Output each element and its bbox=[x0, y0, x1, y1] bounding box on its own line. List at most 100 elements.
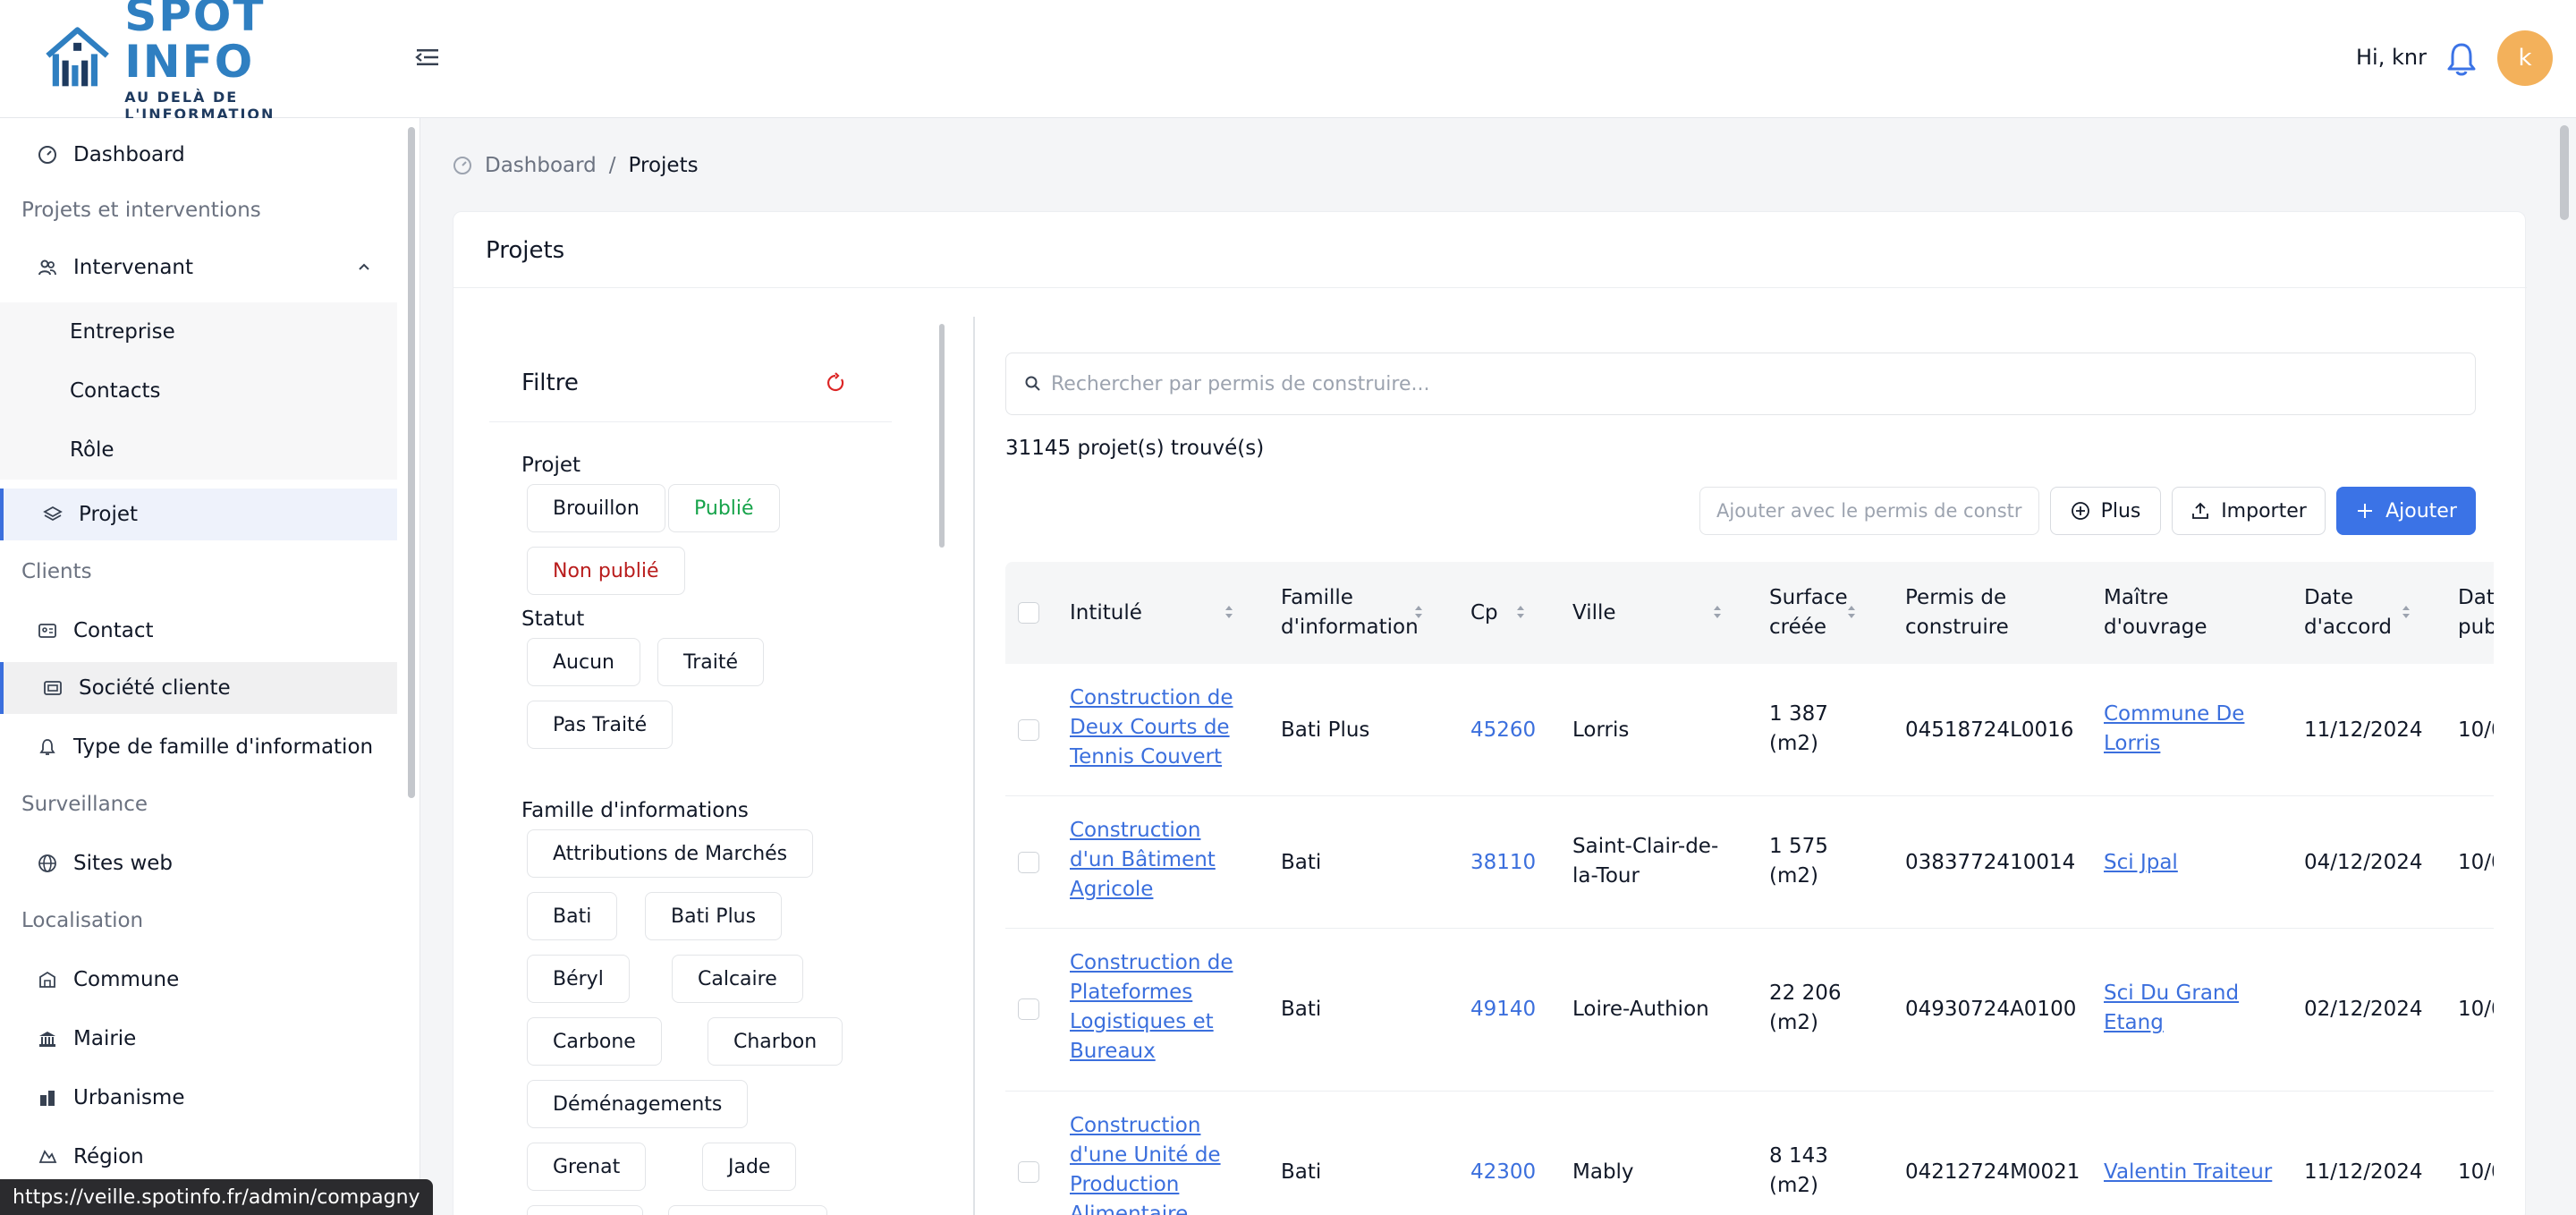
col-cp[interactable]: Cp bbox=[1470, 562, 1498, 664]
row-checkbox[interactable] bbox=[1018, 998, 1039, 1020]
row-checkbox[interactable] bbox=[1018, 719, 1039, 741]
table-row[interactable]: Construction d'une Unité de Production Alim… bbox=[1005, 1092, 2494, 1215]
search-box[interactable] bbox=[1005, 353, 2476, 415]
sidebar-item-intervenant[interactable]: Intervenant bbox=[0, 242, 397, 293]
sort-icon[interactable] bbox=[1413, 601, 1424, 623]
chip-charbon[interactable]: Charbon bbox=[708, 1017, 843, 1066]
chip-beryl[interactable]: Béryl bbox=[527, 955, 630, 1003]
table-row[interactable]: Construction de Plateformes Logistiques et… bbox=[1005, 929, 2494, 1092]
breadcrumb: Dashboard / Projets bbox=[453, 154, 699, 177]
chip-attributions[interactable]: Attributions de Marchés bbox=[527, 829, 814, 878]
chip-jade[interactable]: Jade bbox=[702, 1143, 797, 1191]
table-row[interactable]: Construction de Deux Courts de Tennis Couv… bbox=[1005, 664, 2494, 796]
plus-button[interactable]: Plus bbox=[2050, 487, 2161, 535]
sort-icon[interactable] bbox=[1846, 601, 1857, 623]
project-title-link[interactable]: Construction de Plateformes Logistiques et… bbox=[1070, 948, 1233, 1066]
row-checkbox[interactable] bbox=[1018, 852, 1039, 873]
col-maitre[interactable]: Maître d'ouvrage bbox=[2104, 562, 2207, 664]
sidebar-item-projet[interactable]: Projet bbox=[0, 489, 397, 540]
sidebar-item-societe-cliente[interactable]: Société cliente bbox=[0, 662, 397, 714]
card-title: Projets bbox=[486, 237, 565, 264]
chip-grenat[interactable]: Grenat bbox=[527, 1143, 647, 1191]
cell-cp[interactable]: 38110 bbox=[1470, 848, 1536, 878]
chip-publie[interactable]: Publié bbox=[668, 484, 780, 532]
plus-circle-icon bbox=[2071, 502, 2089, 520]
col-intitule[interactable]: Intitulé bbox=[1070, 562, 1142, 664]
col-surface[interactable]: Surface créée bbox=[1769, 562, 1848, 664]
col-famille[interactable]: Famille d'information bbox=[1281, 562, 1419, 664]
search-input[interactable] bbox=[1051, 372, 2446, 395]
sidebar-item-sites-web[interactable]: Sites web bbox=[0, 837, 397, 889]
cell-ville: Lorris bbox=[1572, 718, 1630, 742]
chip-bati-plus[interactable]: Bati Plus bbox=[645, 892, 783, 940]
sidebar-item-dashboard[interactable]: Dashboard bbox=[0, 129, 397, 181]
sidebar-scrollbar[interactable] bbox=[408, 127, 415, 798]
cell-line: d'une Unité de bbox=[1070, 1143, 1221, 1167]
sidebar-item-commune[interactable]: Commune bbox=[0, 954, 397, 1006]
sort-icon[interactable] bbox=[1712, 601, 1723, 623]
sidebar-item-role[interactable]: Rôle bbox=[0, 421, 397, 480]
chip-bati[interactable]: Bati bbox=[527, 892, 618, 940]
col-permis[interactable]: Permis de construire bbox=[1905, 562, 2009, 664]
reset-filter-icon[interactable] bbox=[824, 371, 847, 395]
sidebar-item-entreprise[interactable]: Entreprise bbox=[0, 302, 397, 361]
chip-carbone[interactable]: Carbone bbox=[527, 1017, 662, 1066]
filter-separator bbox=[973, 317, 975, 1215]
col-ville[interactable]: Ville bbox=[1572, 562, 1616, 664]
chip-partial[interactable] bbox=[668, 1205, 827, 1215]
table-row[interactable]: Construction d'un Bâtiment Agricole Bati 3… bbox=[1005, 796, 2494, 929]
notification-bell-icon[interactable] bbox=[2445, 41, 2478, 77]
cell-ville: Mably bbox=[1572, 1160, 1634, 1184]
breadcrumb-home-link[interactable]: Dashboard bbox=[485, 154, 597, 177]
project-title-link[interactable]: Construction d'une Unité de Production Alim… bbox=[1070, 1111, 1221, 1215]
project-title-link[interactable]: Construction de Deux Courts de Tennis Couv… bbox=[1070, 684, 1233, 772]
chip-pas-traite[interactable]: Pas Traité bbox=[527, 701, 674, 749]
cell-cp[interactable]: 45260 bbox=[1470, 716, 1536, 745]
maitre-ouvrage-link[interactable]: Sci Jpal bbox=[2104, 848, 2178, 878]
add-button[interactable]: Ajouter bbox=[2336, 487, 2476, 535]
add-button-label: Ajouter bbox=[2385, 499, 2457, 523]
card-divider bbox=[453, 287, 2527, 288]
chip-demenagements[interactable]: Déménagements bbox=[527, 1080, 749, 1128]
chip-aucun[interactable]: Aucun bbox=[527, 638, 640, 686]
chip-partial[interactable] bbox=[527, 1205, 643, 1215]
sidebar-item-region[interactable]: Région bbox=[0, 1131, 397, 1183]
sidebar-item-contact[interactable]: Contact bbox=[0, 605, 397, 657]
collapse-menu-icon[interactable] bbox=[413, 43, 442, 72]
add-permit-input[interactable] bbox=[1699, 487, 2039, 535]
user-avatar[interactable]: k bbox=[2497, 30, 2553, 86]
sort-icon[interactable] bbox=[1224, 601, 1234, 623]
cell-famille: Bati bbox=[1281, 998, 1322, 1021]
sidebar-group-localisation: Localisation bbox=[21, 909, 144, 932]
sidebar-item-mairie[interactable]: Mairie bbox=[0, 1013, 397, 1065]
chevron-up-icon[interactable] bbox=[356, 259, 372, 276]
plus-icon bbox=[2358, 504, 2373, 518]
maitre-ouvrage-link[interactable]: Sci Du Grand Etang bbox=[2104, 979, 2239, 1038]
sidebar-item-urbanisme[interactable]: Urbanisme bbox=[0, 1072, 397, 1124]
chip-calcaire[interactable]: Calcaire bbox=[672, 955, 803, 1003]
cell-line: Lorris bbox=[2104, 732, 2161, 755]
select-all-checkbox[interactable] bbox=[1018, 602, 1039, 624]
import-button-label: Importer bbox=[2221, 499, 2307, 523]
cell-cp[interactable]: 42300 bbox=[1470, 1158, 1536, 1187]
filter-famille-label: Famille d'informations bbox=[521, 799, 749, 822]
filter-scrollbar[interactable] bbox=[939, 324, 945, 548]
sidebar-item-label: Type de famille d'information bbox=[73, 735, 374, 759]
sort-icon[interactable] bbox=[2401, 601, 2411, 623]
chip-traite[interactable]: Traité bbox=[657, 638, 765, 686]
page-scrollbar[interactable] bbox=[2560, 125, 2569, 220]
sort-icon[interactable] bbox=[1515, 601, 1526, 623]
project-title-link[interactable]: Construction d'un Bâtiment Agricole bbox=[1070, 816, 1216, 905]
logo[interactable]: SPOT INFO AU DELÀ DE L'INFORMATION bbox=[43, 0, 383, 123]
row-checkbox[interactable] bbox=[1018, 1161, 1039, 1183]
col-date-accord[interactable]: Date d'accord bbox=[2304, 562, 2392, 664]
sidebar-item-type-famille[interactable]: Type de famille d'information bbox=[0, 721, 397, 773]
chip-non-publie[interactable]: Non publié bbox=[527, 547, 685, 595]
import-button[interactable]: Importer bbox=[2172, 487, 2326, 535]
maitre-ouvrage-link[interactable]: Valentin Traiteur bbox=[2104, 1158, 2272, 1187]
cell-cp[interactable]: 49140 bbox=[1470, 995, 1536, 1024]
col-date-publication[interactable]: Date pub bbox=[2458, 562, 2494, 664]
sidebar-item-contacts[interactable]: Contacts bbox=[0, 361, 397, 421]
chip-brouillon[interactable]: Brouillon bbox=[527, 484, 665, 532]
maitre-ouvrage-link[interactable]: Commune De Lorris bbox=[2104, 700, 2244, 759]
